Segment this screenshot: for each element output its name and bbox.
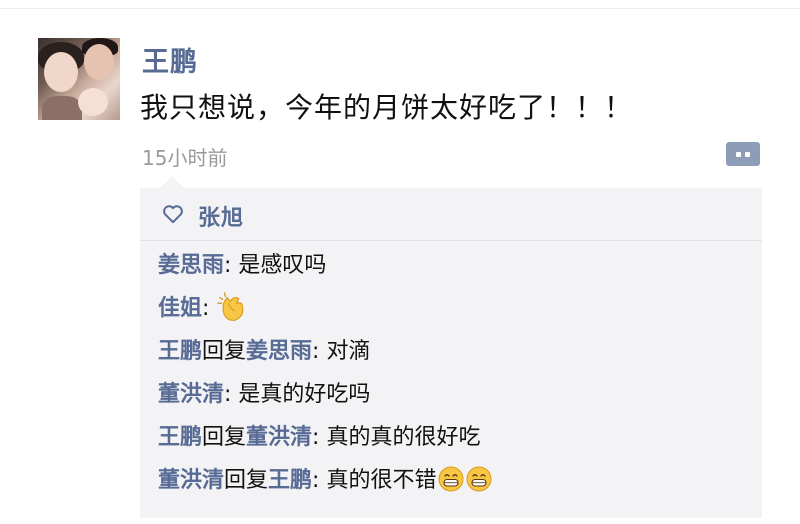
comment-more-button[interactable] [726, 142, 760, 166]
comment-author[interactable]: 姜思雨 [158, 253, 224, 278]
top-divider [0, 8, 800, 9]
comment-author[interactable]: 王鹏 [158, 425, 202, 450]
comment-text: 是真的好吃吗 [238, 382, 371, 407]
comment-item[interactable]: 姜思雨: 是感叹吗 [158, 244, 492, 287]
comment-author[interactable]: 董洪清 [158, 382, 224, 407]
comment-item[interactable]: 董洪清: 是真的好吃吗 [158, 373, 492, 416]
comment-author[interactable]: 王鹏 [158, 339, 202, 364]
post-timestamp: 15小时前 [142, 146, 228, 170]
reply-word: 回复 [202, 425, 247, 450]
reply-word: 回复 [224, 468, 269, 493]
comment-item[interactable]: 董洪清回复王鹏: 真的很不错 [158, 459, 492, 502]
comment-text: 真的很不错 [326, 468, 437, 493]
liker-name[interactable]: 张旭 [198, 200, 244, 232]
comment-author[interactable]: 佳姐 [158, 296, 202, 321]
reply-target[interactable]: 王鹏 [268, 468, 312, 493]
likes-row: 张旭 [140, 188, 762, 241]
panel-arrow [160, 176, 184, 188]
clapping-hands-icon [217, 292, 244, 321]
comment-item[interactable]: 佳姐: [158, 287, 492, 330]
reply-target[interactable]: 董洪清 [246, 425, 312, 450]
comment-text: 是感叹吗 [238, 253, 327, 278]
reply-word: 回复 [202, 339, 247, 364]
post-text: 我只想说，今年的月饼太好吃了！！！ [140, 91, 634, 124]
grinning-face-icon [466, 466, 492, 492]
interaction-panel: 张旭 姜思雨: 是感叹吗 佳姐: 王鹏回复姜思雨: 对滴 董洪清: 是真的好吃吗… [140, 188, 762, 518]
comment-list: 姜思雨: 是感叹吗 佳姐: 王鹏回复姜思雨: 对滴 董洪清: 是真的好吃吗 王鹏… [158, 244, 492, 502]
comment-item[interactable]: 王鹏回复姜思雨: 对滴 [158, 330, 492, 373]
comment-item[interactable]: 王鹏回复董洪清: 真的真的很好吃 [158, 416, 492, 459]
grinning-face-icon [438, 466, 464, 492]
author-avatar[interactable] [38, 38, 120, 120]
comment-text: 真的真的很好吃 [326, 425, 481, 450]
comment-author[interactable]: 董洪清 [158, 468, 224, 493]
comment-text: 对滴 [326, 339, 371, 364]
heart-outline-icon [163, 205, 183, 224]
reply-target[interactable]: 姜思雨 [246, 339, 312, 364]
post-author-name[interactable]: 王鹏 [142, 40, 198, 79]
